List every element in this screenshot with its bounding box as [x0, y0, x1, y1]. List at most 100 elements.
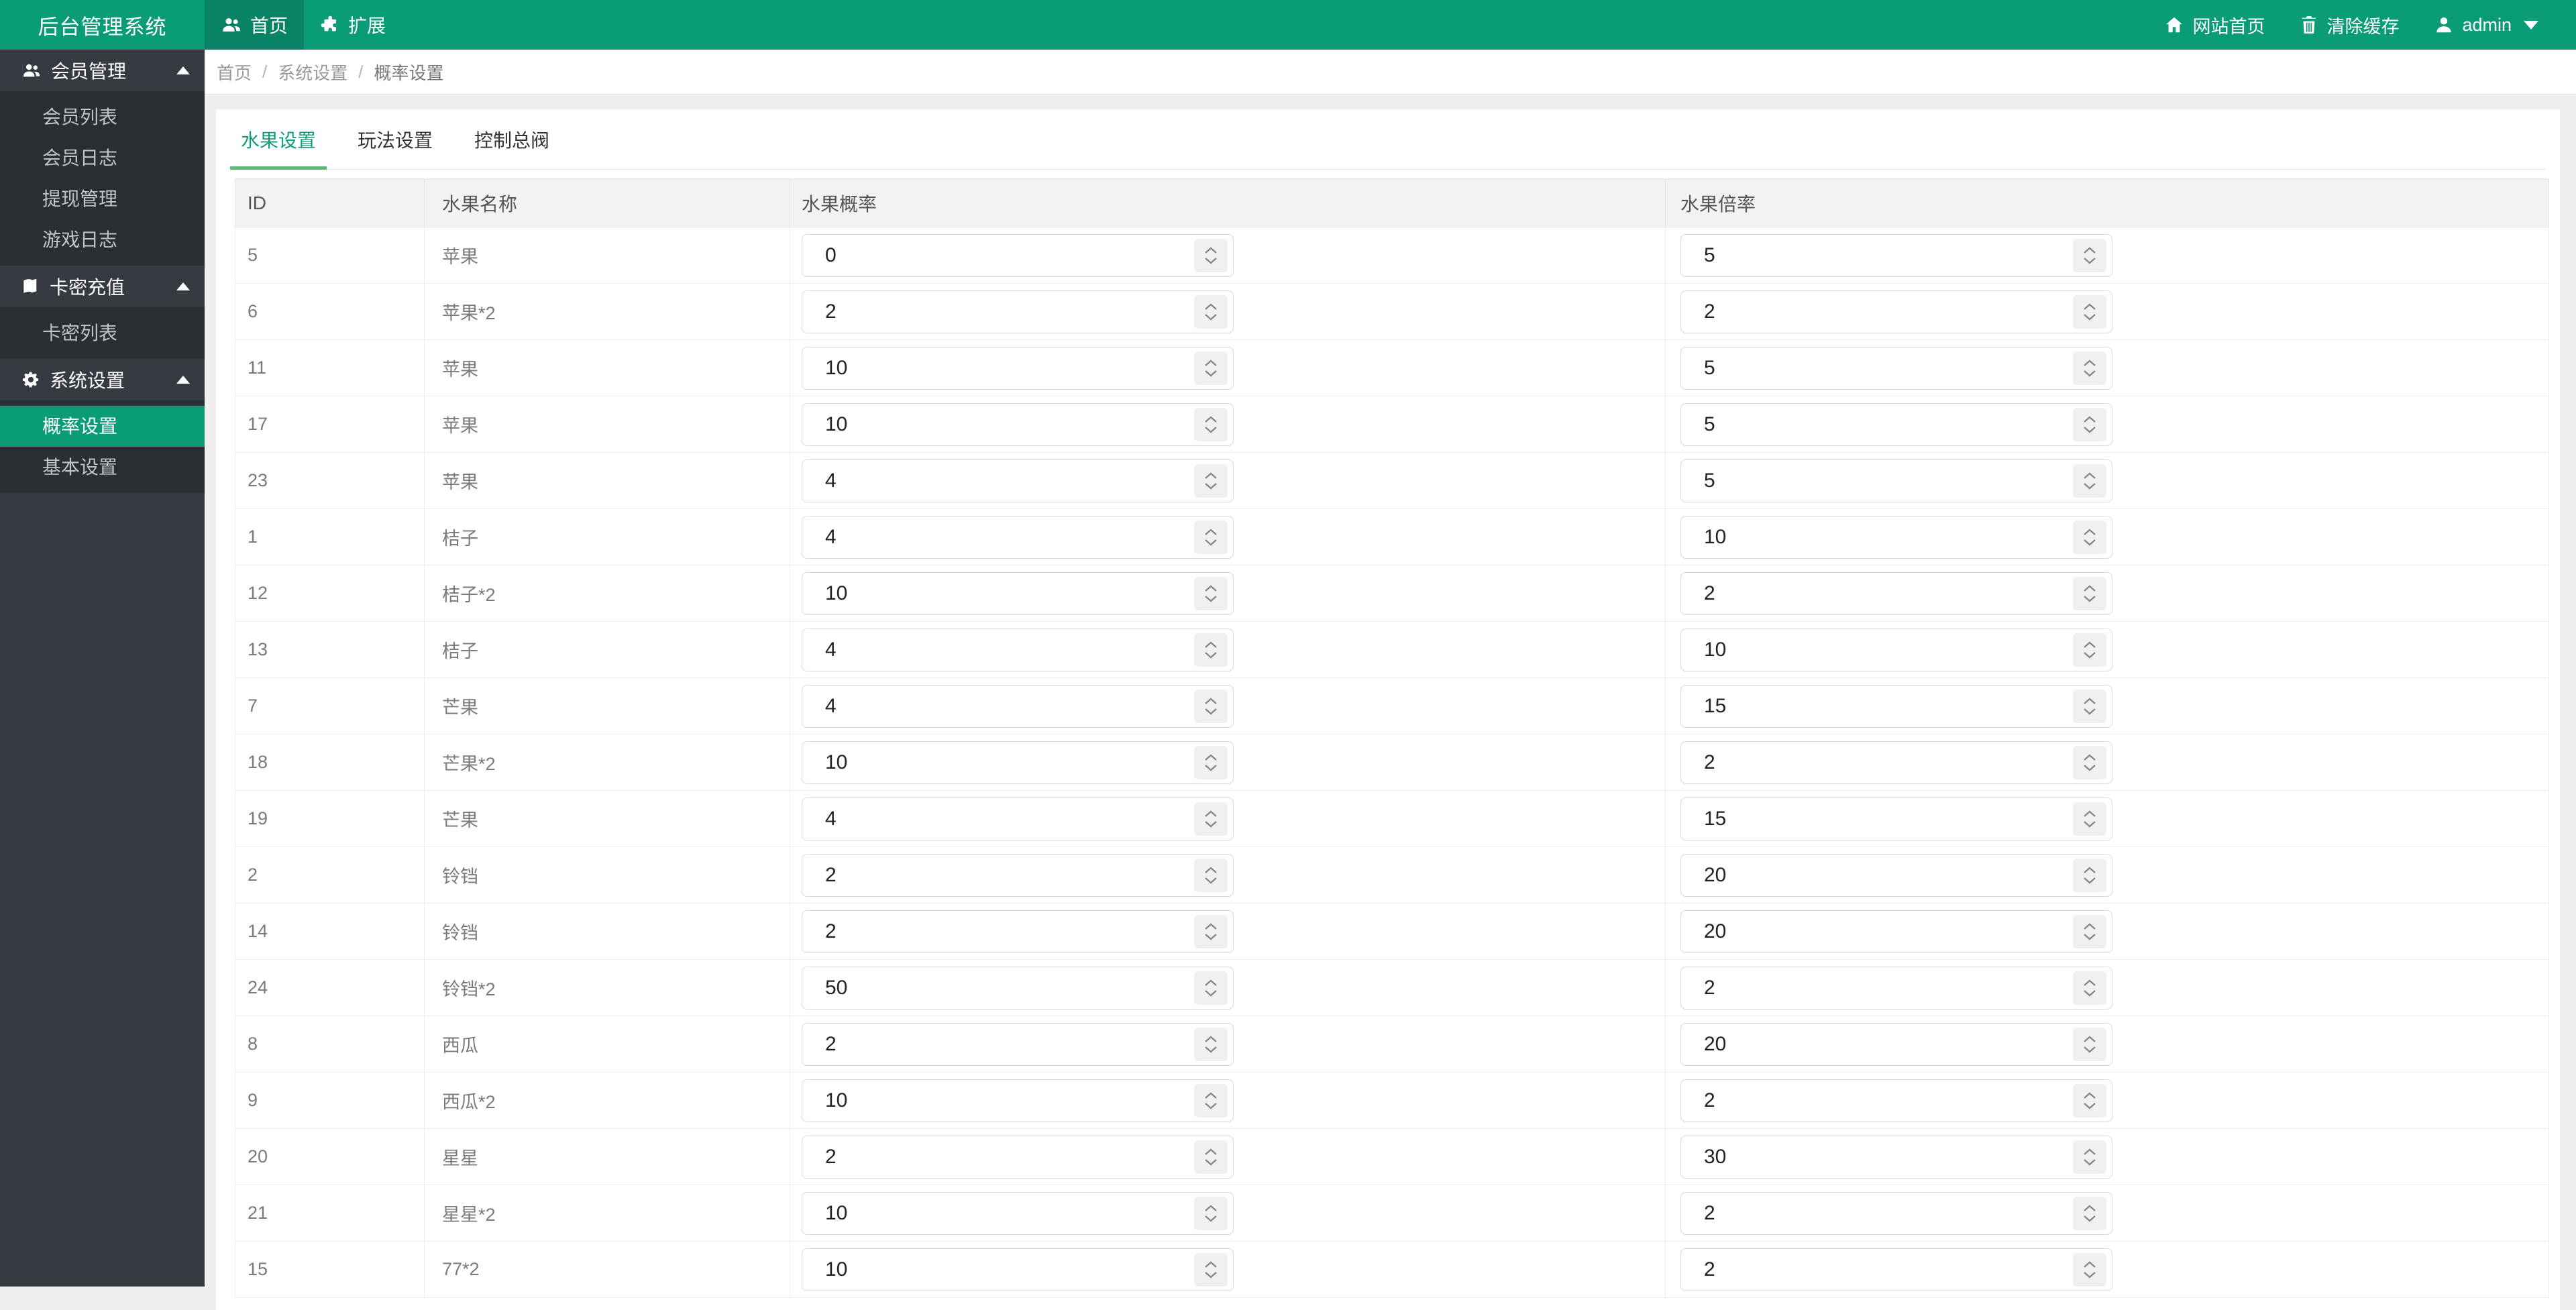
number-spinner[interactable]: [2073, 238, 2106, 272]
number-spinner[interactable]: [1194, 351, 1228, 385]
prob-input[interactable]: [802, 459, 1234, 502]
number-spinner[interactable]: [1194, 689, 1228, 723]
number-spinner[interactable]: [1194, 1196, 1228, 1230]
breadcrumb-system-settings[interactable]: 系统设置: [278, 60, 347, 85]
number-spinner[interactable]: [2073, 1140, 2106, 1174]
sidebar-item-game-log[interactable]: 游戏日志: [0, 219, 205, 260]
sidebar-item-card-list[interactable]: 卡密列表: [0, 313, 205, 353]
number-spinner[interactable]: [1194, 1083, 1228, 1117]
sidebar-item-probability-settings[interactable]: 概率设置: [0, 406, 205, 447]
rate-input[interactable]: [1680, 1135, 2112, 1179]
sidebar-item-basic-settings[interactable]: 基本设置: [0, 447, 205, 488]
prob-input[interactable]: [802, 1191, 1234, 1235]
rate-input[interactable]: [1680, 966, 2112, 1009]
rate-input[interactable]: [1680, 684, 2112, 728]
prob-input[interactable]: [802, 1248, 1234, 1291]
number-spinner[interactable]: [2073, 351, 2106, 385]
tab-play-settings[interactable]: 玩法设置: [347, 109, 443, 169]
rate-input[interactable]: [1680, 290, 2112, 333]
rate-input[interactable]: [1680, 346, 2112, 390]
number-spinner[interactable]: [2073, 407, 2106, 441]
rate-input[interactable]: [1680, 853, 2112, 897]
prob-input[interactable]: [802, 797, 1234, 840]
rate-input[interactable]: [1680, 628, 2112, 671]
prob-input[interactable]: [802, 853, 1234, 897]
clear-cache-button[interactable]: 清除缓存: [2282, 0, 2416, 50]
rate-input[interactable]: [1680, 571, 2112, 615]
number-spinner[interactable]: [2073, 802, 2106, 836]
rate-input[interactable]: [1680, 402, 2112, 446]
number-spinner[interactable]: [1194, 1252, 1228, 1287]
number-spinner[interactable]: [1194, 463, 1228, 498]
rate-input[interactable]: [1680, 459, 2112, 502]
number-spinner[interactable]: [2073, 1083, 2106, 1117]
app-logo[interactable]: 后台管理系统: [0, 0, 205, 50]
nav-tab-extension[interactable]: 扩展: [304, 0, 402, 50]
number-spinner[interactable]: [2073, 858, 2106, 892]
number-spinner[interactable]: [2073, 633, 2106, 667]
number-spinner[interactable]: [2073, 1196, 2106, 1230]
number-spinner[interactable]: [2073, 971, 2106, 1005]
rate-input[interactable]: [1680, 1022, 2112, 1066]
sidebar-group-cards[interactable]: 卡密充值: [0, 266, 205, 307]
sidebar-group-system[interactable]: 系统设置: [0, 359, 205, 400]
number-spinner[interactable]: [1194, 238, 1228, 272]
number-spinner[interactable]: [1194, 633, 1228, 667]
breadcrumb-home[interactable]: 首页: [217, 60, 252, 85]
number-spinner[interactable]: [1194, 576, 1228, 610]
sidebar-group-members[interactable]: 会员管理: [0, 50, 205, 91]
prob-input[interactable]: [802, 1022, 1234, 1066]
number-spinner[interactable]: [1194, 520, 1228, 554]
number-spinner[interactable]: [2073, 745, 2106, 779]
number-spinner[interactable]: [2073, 689, 2106, 723]
number-spinner[interactable]: [2073, 294, 2106, 329]
user-menu[interactable]: admin: [2416, 0, 2556, 50]
rate-input-wrap: [1680, 1079, 2112, 1122]
number-spinner[interactable]: [2073, 914, 2106, 948]
nav-tab-home[interactable]: 首页: [205, 0, 305, 50]
number-spinner[interactable]: [1194, 1027, 1228, 1061]
number-spinner[interactable]: [2073, 463, 2106, 498]
prob-input[interactable]: [802, 233, 1234, 277]
number-spinner[interactable]: [1194, 858, 1228, 892]
prob-input[interactable]: [802, 290, 1234, 333]
prob-input[interactable]: [802, 628, 1234, 671]
sidebar: 会员管理 会员列表 会员日志 提现管理 游戏日志 卡密充值 卡密列表 系统设置 …: [0, 50, 205, 1287]
prob-input[interactable]: [802, 515, 1234, 559]
number-spinner[interactable]: [1194, 294, 1228, 329]
number-spinner[interactable]: [1194, 745, 1228, 779]
prob-input[interactable]: [802, 910, 1234, 953]
number-spinner[interactable]: [1194, 407, 1228, 441]
number-spinner[interactable]: [2073, 576, 2106, 610]
prob-input[interactable]: [802, 571, 1234, 615]
number-spinner[interactable]: [1194, 971, 1228, 1005]
prob-input[interactable]: [802, 402, 1234, 446]
number-spinner[interactable]: [2073, 1027, 2106, 1061]
prob-input[interactable]: [802, 1079, 1234, 1122]
site-home-button[interactable]: 网站首页: [2147, 0, 2282, 50]
sidebar-item-member-log[interactable]: 会员日志: [0, 138, 205, 178]
rate-input[interactable]: [1680, 515, 2112, 559]
number-spinner[interactable]: [1194, 914, 1228, 948]
sidebar-item-member-list[interactable]: 会员列表: [0, 97, 205, 138]
prob-input[interactable]: [802, 966, 1234, 1009]
rate-input[interactable]: [1680, 910, 2112, 953]
cell-id: 14: [235, 903, 425, 960]
tab-master-control[interactable]: 控制总阀: [464, 109, 560, 169]
number-spinner[interactable]: [1194, 802, 1228, 836]
rate-input[interactable]: [1680, 741, 2112, 784]
prob-input[interactable]: [802, 1135, 1234, 1179]
number-spinner[interactable]: [1194, 1140, 1228, 1174]
prob-input[interactable]: [802, 741, 1234, 784]
rate-input[interactable]: [1680, 1191, 2112, 1235]
rate-input[interactable]: [1680, 797, 2112, 840]
number-spinner[interactable]: [2073, 520, 2106, 554]
rate-input[interactable]: [1680, 1248, 2112, 1291]
prob-input[interactable]: [802, 346, 1234, 390]
rate-input[interactable]: [1680, 233, 2112, 277]
rate-input[interactable]: [1680, 1079, 2112, 1122]
number-spinner[interactable]: [2073, 1252, 2106, 1287]
sidebar-item-withdraw[interactable]: 提现管理: [0, 178, 205, 219]
tab-fruit-settings[interactable]: 水果设置: [230, 109, 327, 170]
prob-input[interactable]: [802, 684, 1234, 728]
